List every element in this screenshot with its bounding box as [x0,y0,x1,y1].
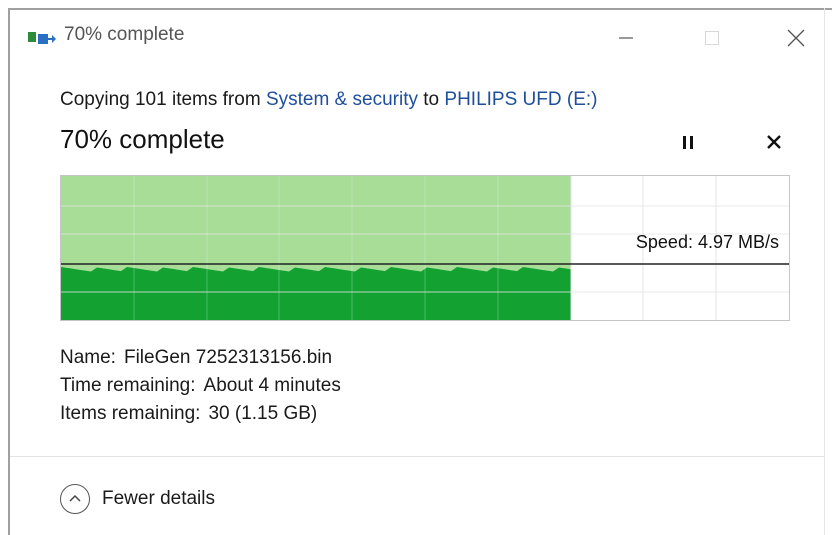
maximize-button[interactable] [692,18,732,58]
speed-area [61,267,571,320]
destination-link[interactable]: PHILIPS UFD (E:) [444,89,597,110]
minimize-button[interactable] [606,18,646,58]
window-border-right [824,8,825,535]
copy-connector: to [423,89,440,110]
copy-description: Copying 101 items from System & security… [60,89,597,111]
title-bar[interactable]: 70% complete [10,10,824,62]
detail-time-row: Time remaining: About 4 minutes [60,372,341,400]
speed-readout: Speed: 4.97 MB/s [635,232,779,252]
window-title: 70% complete [64,24,185,45]
items-remaining-label: Items remaining: [60,403,201,424]
file-copy-icon [28,32,56,44]
close-icon [787,29,805,47]
copy-prefix: Copying 101 items from [60,89,261,110]
pause-icon [683,136,693,149]
footer-divider [10,456,824,457]
maximize-icon [705,31,719,45]
fewer-details-label: Fewer details [102,488,215,509]
close-window-button[interactable] [776,18,816,58]
detail-items-row: Items remaining: 30 (1.15 GB) [60,400,341,428]
transfer-details: Name: FileGen 7252313156.bin Time remaini… [60,344,341,428]
progress-heading: 70% complete [60,124,225,154]
minimize-icon [619,37,633,39]
transfer-speed-graph: Speed: 4.97 MB/s [60,175,790,321]
time-remaining-label: Time remaining: [60,375,196,396]
detail-name-row: Name: FileGen 7252313156.bin [60,344,341,372]
fewer-details-toggle[interactable]: Fewer details [60,482,215,516]
source-link[interactable]: System & security [266,89,418,110]
close-icon [767,135,781,149]
pause-button[interactable] [676,130,700,154]
items-remaining-value: 30 (1.15 GB) [208,403,318,424]
copy-progress-window: 70% complete Copying 101 items from Syst… [0,0,832,535]
time-remaining-value: About 4 minutes [203,375,341,396]
name-label: Name: [60,347,116,368]
cancel-button[interactable] [762,130,786,154]
chevron-up-glyph [69,494,81,502]
name-value: FileGen 7252313156.bin [123,347,333,368]
chevron-up-icon [60,484,90,514]
